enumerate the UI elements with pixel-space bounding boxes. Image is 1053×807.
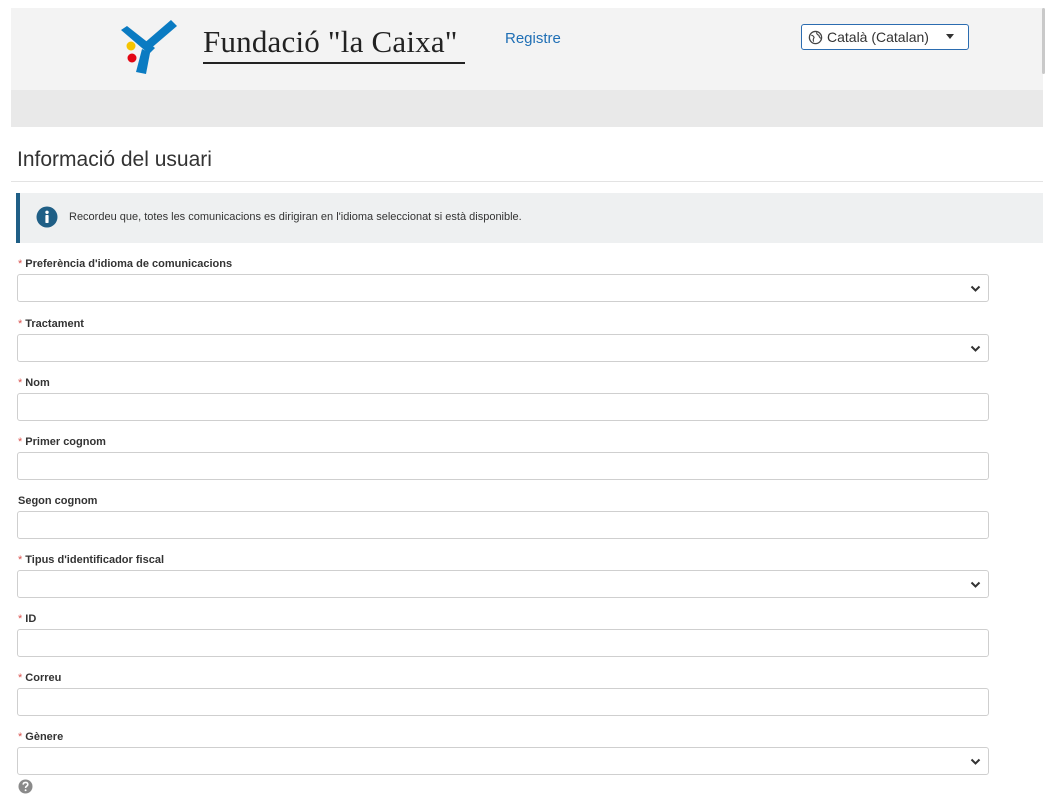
label-text: Segon cognom <box>18 495 98 507</box>
question-circle-icon[interactable] <box>18 779 33 794</box>
chevron-down-icon <box>970 285 981 292</box>
fiscal-id-type-select[interactable] <box>17 570 989 598</box>
brand-name: Fundació "la Caixa" <box>203 24 458 59</box>
caret-down-icon <box>946 34 954 39</box>
label-gender: * Gènere <box>18 731 63 743</box>
chevron-down-icon <box>970 345 981 352</box>
label-text: Primer cognom <box>25 436 106 448</box>
brand-underline <box>203 62 465 64</box>
info-banner-text: Recordeu que, totes les comunicacions es… <box>69 211 522 223</box>
la-caixa-star-logo <box>121 20 177 74</box>
email-input[interactable] <box>17 688 989 716</box>
chevron-down-icon <box>970 758 981 765</box>
label-second-surname: Segon cognom <box>18 495 97 507</box>
label-language-preference: * Preferència d'idioma de comunicacions <box>18 258 232 270</box>
required-marker: * <box>18 318 23 330</box>
gender-select[interactable] <box>17 747 989 775</box>
required-marker: * <box>18 613 23 625</box>
page-edge-shadow <box>1042 8 1045 74</box>
label-text: Nom <box>25 377 50 389</box>
page-title: Informació del usuari <box>17 148 212 171</box>
chevron-down-icon <box>970 581 981 588</box>
label-text: Tractament <box>25 318 84 330</box>
site-header: Fundació "la Caixa" Registre Català (Cat… <box>11 8 1043 90</box>
required-marker: * <box>18 436 23 448</box>
label-text: Preferència d'idioma de comunicacions <box>25 258 233 270</box>
label-text: Gènere <box>25 731 64 743</box>
language-select[interactable]: Català (Catalan) <box>801 24 969 50</box>
info-icon <box>36 206 58 228</box>
required-marker: * <box>18 377 23 389</box>
label-text: Correu <box>25 672 62 684</box>
label-email: * Correu <box>18 672 61 684</box>
label-first-name: * Nom <box>18 377 50 389</box>
label-id: * ID <box>18 613 36 625</box>
required-marker: * <box>18 731 23 743</box>
first-surname-input[interactable] <box>17 452 989 480</box>
required-marker: * <box>18 672 23 684</box>
id-input[interactable] <box>17 629 989 657</box>
treatment-select[interactable] <box>17 334 989 362</box>
label-fiscal-id-type: * Tipus d'identificador fiscal <box>18 554 164 566</box>
register-link[interactable]: Registre <box>505 30 561 47</box>
info-banner: Recordeu que, totes les comunicacions es… <box>16 193 1043 243</box>
nav-strip <box>11 90 1043 127</box>
label-first-surname: * Primer cognom <box>18 436 106 448</box>
language-select-value: Català (Catalan) <box>827 29 929 45</box>
required-marker: * <box>18 258 23 270</box>
first-name-input[interactable] <box>17 393 989 421</box>
required-marker: * <box>18 554 23 566</box>
label-treatment: * Tractament <box>18 318 84 330</box>
title-divider <box>11 181 1043 182</box>
language-preference-select[interactable] <box>17 274 989 302</box>
second-surname-input[interactable] <box>17 511 989 539</box>
label-text: ID <box>25 613 37 625</box>
globe-icon <box>808 30 823 44</box>
label-text: Tipus d'identificador fiscal <box>25 554 164 566</box>
